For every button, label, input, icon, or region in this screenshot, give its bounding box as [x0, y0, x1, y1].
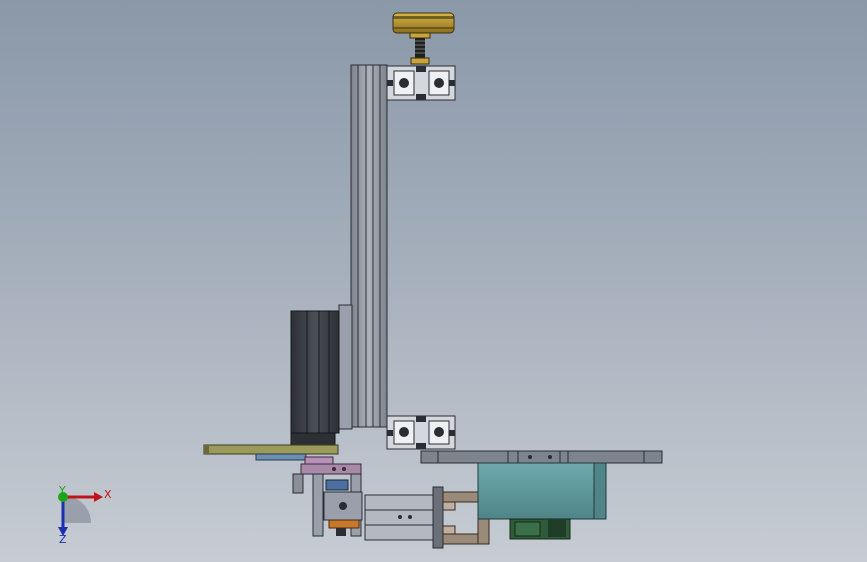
z-axis-label: Z: [59, 533, 67, 546]
x-axis-label: X: [104, 488, 112, 501]
cad-viewport[interactable]: X Y Z: [0, 0, 867, 562]
coordinate-triad: X Y Z: [58, 484, 112, 546]
y-axis-label: Y: [58, 484, 66, 497]
